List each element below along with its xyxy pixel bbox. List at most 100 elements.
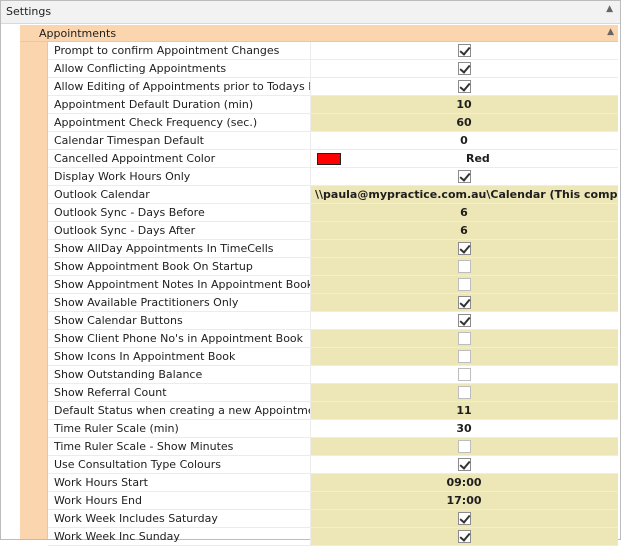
property-row-show-outstanding-balance[interactable]: Show Outstanding Balance — [48, 366, 618, 384]
property-value[interactable]: 30 — [311, 420, 618, 437]
checkbox-unchecked[interactable] — [458, 440, 471, 453]
property-value[interactable] — [311, 456, 618, 473]
property-value[interactable] — [311, 258, 618, 275]
property-label: Outlook Calendar — [48, 186, 311, 203]
checkbox-unchecked[interactable] — [458, 350, 471, 363]
checkbox-checked[interactable] — [458, 296, 471, 309]
property-row-show-calendar-buttons[interactable]: Show Calendar Buttons — [48, 312, 618, 330]
property-value[interactable] — [311, 240, 618, 257]
property-value[interactable] — [311, 78, 618, 95]
property-label: Outlook Sync - Days Before — [48, 204, 311, 221]
property-row-prompt-to-confirm-appointment-changes[interactable]: Prompt to confirm Appointment Changes — [48, 42, 618, 60]
checkbox-unchecked[interactable] — [458, 368, 471, 381]
property-value[interactable] — [311, 510, 618, 527]
checkbox-checked[interactable] — [458, 458, 471, 471]
property-value[interactable]: 11 — [311, 402, 618, 419]
property-row-show-icons-in-appointment-book[interactable]: Show Icons In Appointment Book — [48, 348, 618, 366]
property-label: Work Hours Start — [48, 474, 311, 491]
property-row-display-work-hours-only[interactable]: Display Work Hours Only — [48, 168, 618, 186]
property-row-show-client-phone-no-s-in-appointment-book[interactable]: Show Client Phone No's in Appointment Bo… — [48, 330, 618, 348]
category-title: Appointments — [39, 27, 117, 40]
property-value[interactable] — [311, 168, 618, 185]
settings-header[interactable]: Settings ▲ — [1, 1, 620, 24]
property-row-show-appointment-notes-in-appointment-book[interactable]: Show Appointment Notes In Appointment Bo… — [48, 276, 618, 294]
property-row-allow-conflicting-appointments[interactable]: Allow Conflicting Appointments — [48, 60, 618, 78]
property-value[interactable] — [311, 60, 618, 77]
checkbox-checked[interactable] — [458, 44, 471, 57]
checkbox-checked[interactable] — [458, 530, 471, 543]
checkbox-checked[interactable] — [458, 62, 471, 75]
property-value[interactable]: Red — [311, 150, 618, 167]
property-row-show-allday-appointments-in-timecells[interactable]: Show AllDay Appointments In TimeCells — [48, 240, 618, 258]
property-value-text: 6 — [460, 224, 468, 237]
property-row-use-consultation-type-colours[interactable]: Use Consultation Type Colours — [48, 456, 618, 474]
property-value[interactable]: 17:00 — [311, 492, 618, 509]
property-label: Show Referral Count — [48, 384, 311, 401]
property-value-text: 60 — [456, 116, 472, 129]
property-value[interactable]: 0 — [311, 132, 618, 149]
property-row-work-hours-start[interactable]: Work Hours Start 09:00 — [48, 474, 618, 492]
property-rows: Prompt to confirm Appointment Changes All… — [48, 42, 618, 546]
property-row-show-referral-count[interactable]: Show Referral Count — [48, 384, 618, 402]
property-value[interactable]: 60 — [311, 114, 618, 131]
indent-stripe — [20, 42, 34, 539]
property-row-work-week-inc-sunday[interactable]: Work Week Inc Sunday — [48, 528, 618, 546]
property-label: Use Consultation Type Colours — [48, 456, 311, 473]
property-value[interactable]: 6 — [311, 204, 618, 221]
property-value-text: 11 — [456, 404, 472, 417]
property-row-outlook-sync-days-before[interactable]: Outlook Sync - Days Before 6 — [48, 204, 618, 222]
checkbox-checked[interactable] — [458, 170, 471, 183]
checkbox-checked[interactable] — [458, 80, 471, 93]
property-value[interactable]: 6 — [311, 222, 618, 239]
checkbox-unchecked[interactable] — [458, 278, 471, 291]
property-value[interactable]: 10 — [311, 96, 618, 113]
checkbox-unchecked[interactable] — [458, 332, 471, 345]
checkbox-checked[interactable] — [458, 314, 471, 327]
checkbox-unchecked[interactable] — [458, 260, 471, 273]
property-value[interactable]: \\paula@mypractice.com.au\Calendar (This… — [311, 186, 618, 203]
property-value[interactable] — [311, 330, 618, 347]
property-label: Show Outstanding Balance — [48, 366, 311, 383]
property-row-work-week-includes-saturday[interactable]: Work Week Includes Saturday — [48, 510, 618, 528]
chevron-up-icon[interactable]: ▲ — [607, 27, 614, 37]
property-row-appointment-check-frequency-sec[interactable]: Appointment Check Frequency (sec.) 60 — [48, 114, 618, 132]
property-row-allow-editing-of-appointments-prior-to-todays-date[interactable]: Allow Editing of Appointments prior to T… — [48, 78, 618, 96]
property-label: Time Ruler Scale - Show Minutes — [48, 438, 311, 455]
property-row-show-appointment-book-on-startup[interactable]: Show Appointment Book On Startup — [48, 258, 618, 276]
property-label: Show Appointment Book On Startup — [48, 258, 311, 275]
property-row-calendar-timespan-default[interactable]: Calendar Timespan Default 0 — [48, 132, 618, 150]
property-row-outlook-calendar[interactable]: Outlook Calendar \\paula@mypractice.com.a… — [48, 186, 618, 204]
property-row-cancelled-appointment-color[interactable]: Cancelled Appointment Color Red — [48, 150, 618, 168]
property-label: Time Ruler Scale (min) — [48, 420, 311, 437]
property-value[interactable] — [311, 438, 618, 455]
chevron-up-icon[interactable]: ▲ — [606, 4, 613, 14]
category-appointments-header[interactable]: Appointments ▲ — [20, 25, 618, 42]
property-row-appointment-default-duration-min[interactable]: Appointment Default Duration (min) 10 — [48, 96, 618, 114]
property-value[interactable] — [311, 366, 618, 383]
property-value-text: 0 — [460, 134, 468, 147]
property-label: Show Client Phone No's in Appointment Bo… — [48, 330, 311, 347]
property-value[interactable] — [311, 294, 618, 311]
property-row-time-ruler-scale-show-minutes[interactable]: Time Ruler Scale - Show Minutes — [48, 438, 618, 456]
property-value[interactable] — [311, 276, 618, 293]
property-value-text: 09:00 — [446, 476, 482, 489]
property-label: Work Week Inc Sunday — [48, 528, 311, 545]
property-value[interactable] — [311, 312, 618, 329]
color-swatch[interactable] — [317, 153, 341, 165]
property-row-outlook-sync-days-after[interactable]: Outlook Sync - Days After 6 — [48, 222, 618, 240]
checkbox-checked[interactable] — [458, 512, 471, 525]
property-row-show-available-practitioners-only[interactable]: Show Available Practitioners Only — [48, 294, 618, 312]
property-value[interactable] — [311, 528, 618, 545]
property-row-time-ruler-scale-min[interactable]: Time Ruler Scale (min) 30 — [48, 420, 618, 438]
property-label: Display Work Hours Only — [48, 168, 311, 185]
property-label: Prompt to confirm Appointment Changes — [48, 42, 311, 59]
row-gutter — [34, 42, 48, 539]
checkbox-unchecked[interactable] — [458, 386, 471, 399]
property-value[interactable] — [311, 42, 618, 59]
checkbox-checked[interactable] — [458, 242, 471, 255]
property-row-default-status-when-creating-a-new-appointment[interactable]: Default Status when creating a new Appoi… — [48, 402, 618, 420]
property-value[interactable] — [311, 348, 618, 365]
property-row-work-hours-end[interactable]: Work Hours End 17:00 — [48, 492, 618, 510]
property-value[interactable] — [311, 384, 618, 401]
property-value[interactable]: 09:00 — [311, 474, 618, 491]
